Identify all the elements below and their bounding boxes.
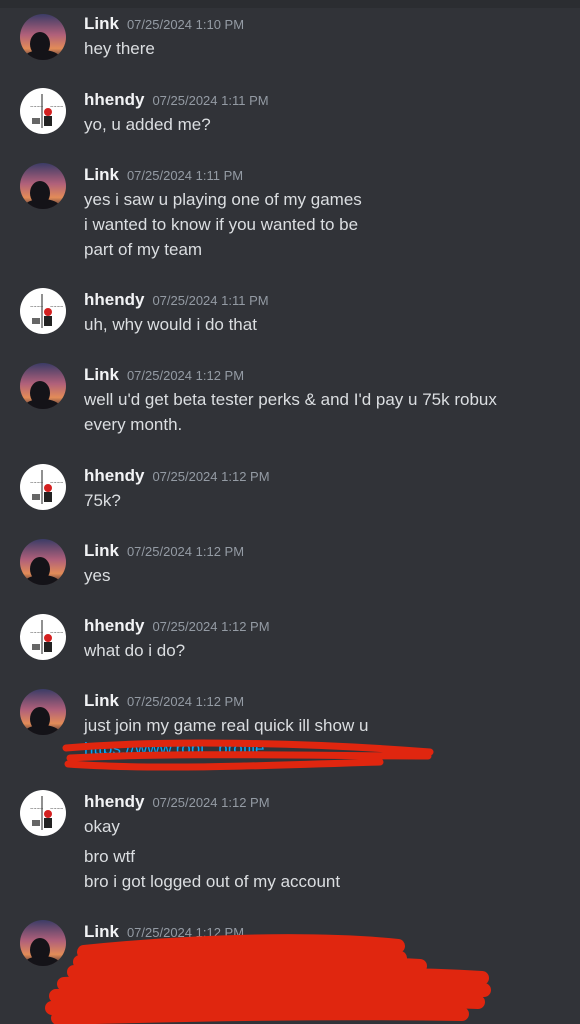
username[interactable]: hhendy <box>84 466 144 485</box>
timestamp: 07/25/2024 1:11 PM <box>152 293 269 308</box>
username[interactable]: hhendy <box>84 792 144 811</box>
message-text: bro i got logged out of my account <box>84 872 341 891</box>
message-link[interactable]: https://www.robl...profile <box>84 739 264 759</box>
timestamp: 07/25/2024 1:10 PM <box>126 17 245 32</box>
svg-text:~~~~: ~~~~ <box>30 480 43 485</box>
top-strip <box>0 0 580 8</box>
timestamp: 07/25/2024 1:11 PM <box>152 93 269 108</box>
message-text: okay <box>84 817 120 836</box>
avatar[interactable]: ~~~~ ~~~~ <box>20 464 66 510</box>
avatar[interactable] <box>20 14 66 60</box>
redaction-scribble <box>45 739 491 1024</box>
username[interactable]: hhendy <box>84 90 144 109</box>
timestamp: 07/25/2024 1:12 PM <box>126 544 245 559</box>
avatar[interactable]: ~~~~ ~~~~ <box>20 790 66 836</box>
message-text: i wanted to know if you wanted to be <box>84 215 359 234</box>
message-text: yes <box>84 566 111 585</box>
username[interactable]: hhendy <box>84 290 144 309</box>
timestamp: 07/25/2024 1:12 PM <box>152 795 270 810</box>
avatar[interactable]: ~~~~ ~~~~ <box>20 88 66 134</box>
username[interactable]: hhendy <box>84 616 144 635</box>
svg-text:~~~~: ~~~~ <box>50 480 63 485</box>
message-text: well u'd get beta tester perks & and I'd… <box>84 390 497 409</box>
timestamp: 07/25/2024 1:11 PM <box>126 168 244 183</box>
message-text: 75k? <box>84 491 121 510</box>
message-text: yo, u added me? <box>84 115 211 134</box>
svg-text:~~~~: ~~~~ <box>30 806 43 811</box>
avatar[interactable] <box>20 539 66 585</box>
timestamp: 07/25/2024 1:12 PM <box>126 694 245 709</box>
username[interactable]: Link <box>84 691 119 710</box>
avatar[interactable] <box>20 920 66 966</box>
avatar[interactable] <box>20 689 66 735</box>
message-text: hey there <box>84 39 155 58</box>
svg-text:~~~~: ~~~~ <box>50 104 63 109</box>
username[interactable]: Link <box>84 14 119 33</box>
svg-text:~~~~: ~~~~ <box>30 304 43 309</box>
timestamp: 07/25/2024 1:12 PM <box>126 925 245 940</box>
message-text: yes i saw u playing one of my games <box>84 190 362 209</box>
avatar[interactable] <box>20 363 66 409</box>
username[interactable]: Link <box>84 365 119 384</box>
svg-text:~~~~: ~~~~ <box>50 630 63 635</box>
svg-text:~~~~: ~~~~ <box>50 806 63 811</box>
username[interactable]: Link <box>84 541 119 560</box>
avatar[interactable]: ~~~~ ~~~~ <box>20 614 66 660</box>
svg-text:~~~~: ~~~~ <box>30 630 43 635</box>
message-text: what do i do? <box>84 641 186 660</box>
timestamp: 07/25/2024 1:12 PM <box>152 469 270 484</box>
timestamp: 07/25/2024 1:12 PM <box>126 368 245 383</box>
chat-log: Link 07/25/2024 1:10 PM hey there ~~~~ ~~… <box>0 0 580 1024</box>
username[interactable]: Link <box>84 165 119 184</box>
svg-text:~~~~: ~~~~ <box>50 304 63 309</box>
svg-text:~~~~: ~~~~ <box>30 104 43 109</box>
avatar[interactable] <box>20 163 66 209</box>
message-text: bro wtf <box>84 847 136 866</box>
message-text: every month. <box>84 415 183 434</box>
timestamp: 07/25/2024 1:12 PM <box>152 619 270 634</box>
message-text: uh, why would i do that <box>84 315 257 334</box>
username[interactable]: Link <box>84 922 119 941</box>
avatar[interactable]: ~~~~ ~~~~ <box>20 288 66 334</box>
message-text: just join my game real quick ill show u <box>84 716 369 735</box>
message-text: part of my team <box>84 240 203 259</box>
